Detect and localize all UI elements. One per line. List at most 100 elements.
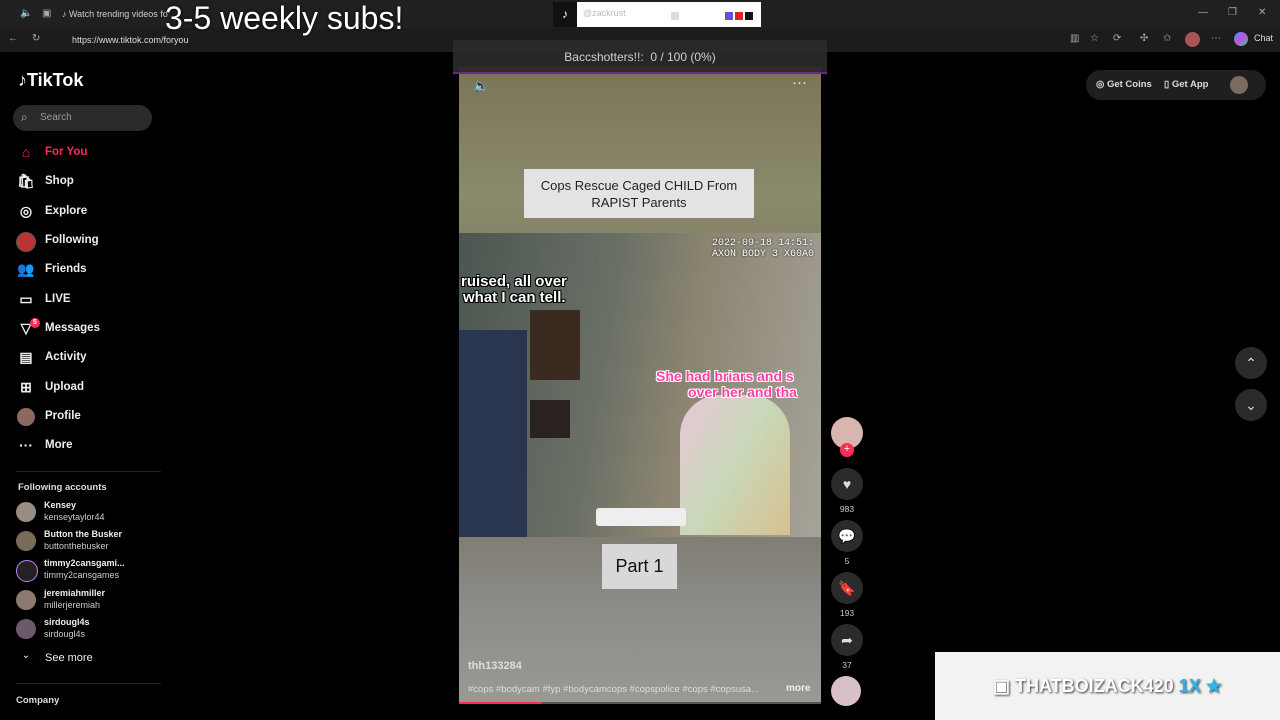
video-username[interactable]: thh133284	[468, 660, 522, 672]
back-icon[interactable]: ←	[8, 33, 18, 44]
collections-icon[interactable]: ✩	[1163, 33, 1171, 44]
bookmark-icon[interactable]: 🔖	[831, 572, 863, 604]
volume-icon[interactable]: 🔈	[473, 78, 489, 94]
following-avatar-icon	[16, 232, 36, 255]
person-left	[459, 330, 527, 537]
sidebar-item-label: Activity	[45, 351, 87, 363]
tab-title: Watch trending videos fo	[69, 9, 168, 19]
goal-value: 0 / 100 (0%)	[650, 50, 716, 64]
save-count: 193	[839, 608, 855, 618]
goal-line	[453, 72, 827, 74]
timestamp-line: 2022-09-18 14:51:	[712, 238, 815, 249]
logo-text: TikTok	[27, 70, 84, 90]
part-label: Part 1	[602, 544, 677, 589]
placeholder-icon	[671, 12, 679, 20]
streamer-badge: ▣ THATBOIZACK420 1X ★	[935, 652, 1280, 720]
see-more-button[interactable]: ⌄ See more	[16, 647, 156, 671]
phone-icon: ▯	[1164, 79, 1172, 90]
sidebar-item-label: More	[45, 439, 73, 451]
user-avatar[interactable]	[1230, 76, 1248, 94]
sidebar-item-messages[interactable]: ▽ 5 Messages	[16, 317, 156, 341]
account-handle: kenseytaylor44	[44, 512, 105, 522]
color-swatch	[735, 12, 743, 20]
sidebar-item-following[interactable]: Following	[16, 229, 156, 253]
live-icon: ▭	[19, 291, 33, 307]
close-icon[interactable]: ✕	[1258, 7, 1266, 18]
sidebar-item-friends[interactable]: 👥 Friends	[16, 258, 156, 282]
video-hashtags[interactable]: #cops #bodycam #fyp #bodycamcops #copspo…	[468, 684, 759, 695]
coin-icon: ◎	[1096, 79, 1107, 90]
get-coins-label: Get Coins	[1106, 79, 1152, 90]
favorite-star-icon[interactable]: ☆	[1090, 33, 1099, 44]
account-handle: sirdougl4s	[44, 629, 86, 639]
puzzle-icon[interactable]: ✣	[1140, 33, 1148, 44]
avatar	[16, 590, 36, 610]
account-item[interactable]: timmy2cansgami... timmy2cansgames	[16, 556, 156, 584]
sidebar-item-upload[interactable]: ⊞ Upload	[16, 376, 156, 400]
bodycam-timestamp: 2022-09-18 14:51: AXON BODY 3 X60A0	[712, 238, 814, 260]
profile-avatar[interactable]	[1185, 32, 1200, 47]
pinned-handle: @zackrust	[583, 8, 626, 18]
video-progress-bar[interactable]	[459, 702, 821, 704]
speaker-icon[interactable]: 🔈	[20, 8, 32, 19]
copilot-icon[interactable]	[1234, 32, 1248, 46]
account-item[interactable]: Button the Busker buttonthebusker	[16, 527, 156, 555]
account-name: timmy2cansgami...	[44, 558, 125, 568]
streamer-name: THATBOIZACK420	[1015, 676, 1174, 696]
account-handle: millerjeremiah	[44, 600, 101, 610]
avatar	[16, 560, 38, 582]
maximize-icon[interactable]: ❐	[1228, 7, 1237, 18]
timestamp-line: AXON BODY 3 X60A0	[712, 249, 815, 260]
see-more-label: See more	[45, 652, 93, 664]
compass-icon: ◎	[19, 203, 33, 219]
sidebar-item-shop[interactable]: 🛍 Shop	[16, 170, 156, 194]
more-button[interactable]: more	[786, 683, 810, 694]
comment-icon[interactable]: 💬	[831, 520, 863, 552]
sidebar-item-for-you[interactable]: ⌂ For You	[16, 141, 156, 165]
tiktok-logo[interactable]: ♪TikTok	[18, 70, 83, 91]
account-name: Kensey	[44, 500, 77, 510]
chevron-up-icon[interactable]: ⌃	[1235, 347, 1267, 379]
video-progress-fill	[459, 702, 543, 704]
account-item[interactable]: jeremiahmiller millerjeremiah	[16, 586, 156, 614]
sidebar-item-live[interactable]: ▭ LIVE	[16, 288, 156, 312]
video-options-icon[interactable]: ···	[792, 74, 807, 91]
sidebar-item-profile[interactable]: Profile	[16, 405, 156, 429]
get-app-label: Get App	[1171, 79, 1209, 90]
sidebar-item-label: Following	[45, 234, 99, 246]
top-right-actions: ◎ Get Coins ▯ Get App	[1086, 70, 1266, 100]
refresh-icon[interactable]: ↻	[32, 33, 40, 44]
follow-plus-icon[interactable]: +	[840, 443, 854, 457]
chat-label[interactable]: Chat	[1254, 33, 1273, 43]
minimize-icon[interactable]: —	[1198, 7, 1208, 18]
sidebar-toggle-icon[interactable]: ▣	[42, 8, 51, 19]
menu-dots-icon[interactable]: ⋯	[1211, 33, 1221, 44]
search-input[interactable]: ⌕ Search	[13, 105, 152, 131]
sidebar-item-label: Friends	[45, 263, 87, 275]
sidebar-item-label: Profile	[45, 410, 81, 422]
subtitle-white: what I can tell.	[463, 289, 566, 306]
sidebar-item-label: For You	[45, 146, 88, 158]
shop-icon: 🛍	[17, 173, 35, 189]
stream-overlay-title: 3-5 weekly subs!	[165, 0, 404, 36]
sidebar-item-label: Messages	[45, 322, 100, 334]
music-disc-icon[interactable]	[831, 676, 861, 706]
share-count: 37	[842, 660, 852, 670]
split-screen-icon[interactable]: ▥	[1070, 33, 1079, 44]
account-item[interactable]: sirdougl4s sirdougl4s	[16, 615, 156, 643]
extensions-icon[interactable]: ⟳	[1113, 33, 1121, 44]
account-item[interactable]: Kensey kenseytaylor44	[16, 498, 156, 526]
company-link[interactable]: Company	[16, 695, 59, 706]
share-arrow-icon[interactable]: ➦	[831, 624, 863, 656]
tiktok-note-icon: ♪	[18, 70, 27, 90]
sidebar-item-explore[interactable]: ◎ Explore	[16, 200, 156, 224]
sidebar-item-activity[interactable]: ▤ Activity	[16, 346, 156, 370]
get-app-button[interactable]: ▯ Get App	[1164, 79, 1208, 90]
like-heart-icon[interactable]: ♥	[831, 468, 863, 500]
get-coins-button[interactable]: ◎ Get Coins	[1096, 79, 1152, 90]
account-name: jeremiahmiller	[44, 588, 106, 598]
sidebar-item-more[interactable]: ··· More	[16, 434, 156, 458]
sidebar-item-label: Explore	[45, 205, 88, 217]
avatar	[16, 531, 36, 551]
chevron-down-icon[interactable]: ⌄	[1235, 389, 1267, 421]
